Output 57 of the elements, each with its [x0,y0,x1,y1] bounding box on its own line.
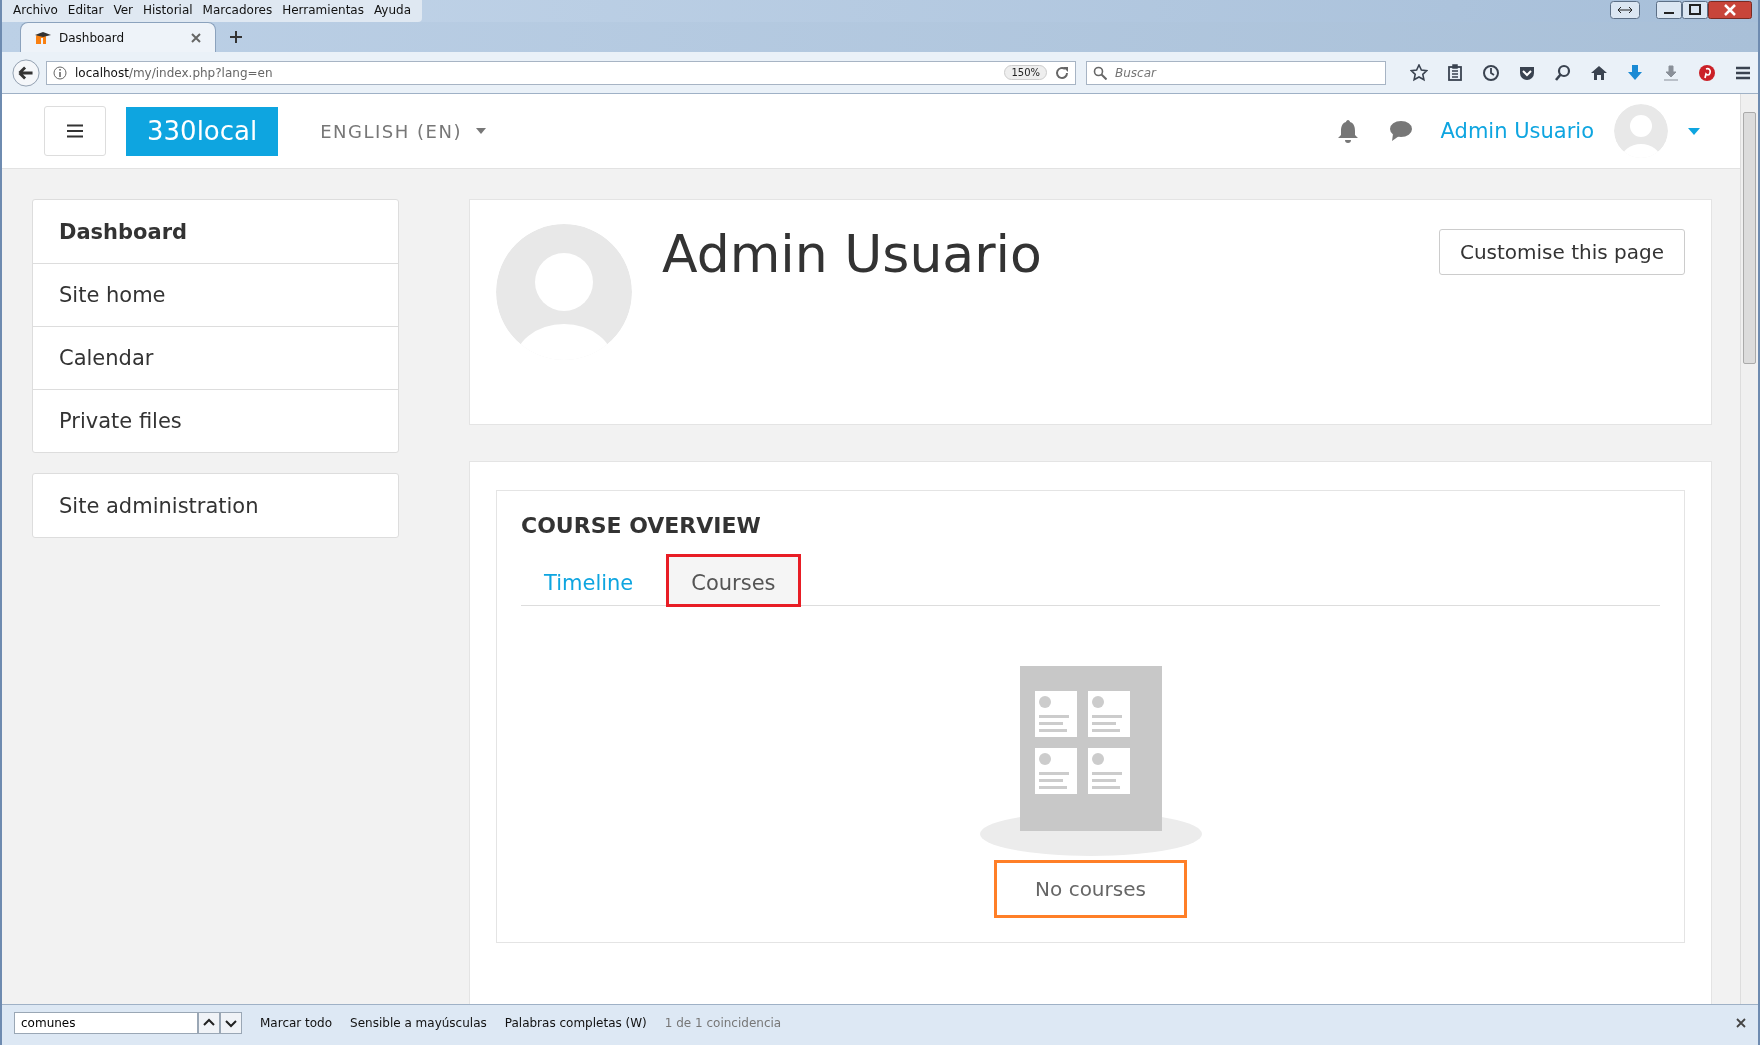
menu-item[interactable]: Historial [138,0,198,22]
match-count: 1 de 1 coincidencia [664,1016,782,1030]
reload-icon[interactable] [1055,65,1069,80]
plus-icon[interactable] [230,31,242,43]
menu-item[interactable]: Editar [62,0,109,22]
pin-icon[interactable] [1698,63,1716,82]
find-option[interactable]: Marcar todo [260,1016,333,1030]
close-icon[interactable] [1708,1,1752,19]
download-arrow-icon[interactable] [1626,63,1644,82]
restore-icon[interactable] [1610,1,1640,19]
nav-item[interactable]: Private files [33,389,398,452]
browser-tab[interactable]: Dashboard [20,22,216,52]
nav-item[interactable]: Dashboard [33,200,398,263]
url-text[interactable]: localhost/my/index.php?lang=en [75,65,273,80]
bell-icon[interactable] [1336,119,1359,143]
maximize-icon[interactable] [1682,1,1708,19]
search-icon[interactable] [1554,63,1572,82]
close-icon[interactable] [1736,1018,1746,1028]
info-icon[interactable] [53,65,67,80]
nav-item[interactable]: Calendar [33,326,398,389]
find-field[interactable]: comunes [14,1012,198,1034]
nav-item[interactable]: Site home [33,263,398,326]
find-option[interactable]: Sensible a mayúsculas [350,1016,487,1030]
page-title: Admin Usuario [662,224,1042,284]
tab-title: Dashboard [59,30,126,45]
down-caret-icon[interactable] [220,1012,242,1034]
close-icon[interactable] [191,32,201,43]
block-title: COURSE OVERVIEW [521,513,762,538]
caret-icon [475,128,486,134]
address-bar[interactable]: localhost/my/index.php?lang=en 150% [46,60,1076,85]
clock-icon[interactable] [1482,63,1500,82]
empty-message: No courses [994,860,1187,918]
download-icon[interactable] [1662,63,1680,82]
menu-item[interactable]: Archivo [8,0,63,22]
menu-item[interactable]: Ayuda [368,0,417,22]
scrollbar[interactable] [1740,94,1758,1004]
scroll-thumb[interactable] [1743,112,1756,364]
nav-item[interactable]: Site administration [33,474,398,537]
tab[interactable]: Courses [668,556,799,605]
star-icon[interactable] [1410,63,1428,82]
minimize-icon[interactable] [1656,1,1682,19]
home-icon[interactable] [1590,63,1608,82]
menu-item[interactable]: Herramientas [277,0,369,22]
zoom-level[interactable]: 150% [1004,65,1047,80]
cap-icon [35,30,51,45]
up-caret-icon[interactable] [198,1012,220,1034]
clipboard-icon[interactable] [1446,63,1464,82]
menu-icon [67,124,83,138]
caret-icon[interactable] [1688,127,1700,135]
chat-icon[interactable] [1388,120,1413,142]
customise-button[interactable]: Customise this page [1438,229,1685,275]
menu-button[interactable] [44,106,106,156]
find-option[interactable]: Palabras completas (W) [504,1016,647,1030]
menu-item[interactable]: Marcadores [197,0,278,22]
menu-item[interactable]: Ver [108,0,138,22]
search-field[interactable]: Buscar [1086,60,1386,85]
language-menu[interactable]: ENGLISH (EN) [320,120,486,142]
